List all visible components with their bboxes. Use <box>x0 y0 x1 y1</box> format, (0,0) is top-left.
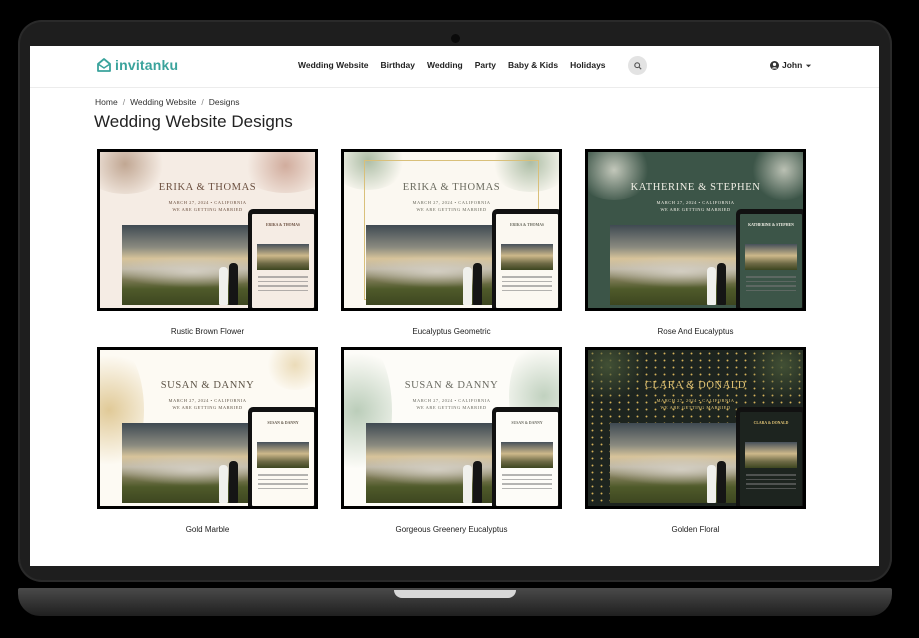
tablet-text-lines <box>746 474 796 492</box>
tablet-screen: ERIKA & THOMAS <box>496 214 558 308</box>
breadcrumb-current: Designs <box>208 97 240 107</box>
tablet-couple-names: ERIKA & THOMAS <box>509 223 545 227</box>
couple-photo <box>366 423 502 503</box>
brand-name: invitanku <box>115 57 179 73</box>
design-name[interactable]: Gold Marble <box>97 525 318 534</box>
couple-names: ERIKA & THOMAS <box>402 182 501 193</box>
breadcrumb-wedding-website[interactable]: Wedding Website <box>130 97 196 107</box>
tablet-photo <box>501 442 553 468</box>
tablet-screen: SUSAN & DANNY <box>496 412 558 506</box>
browser-screen: invitanku Wedding Website Birthday Weddi… <box>30 46 879 566</box>
tablet-screen: KATHERINE & STEPHEN <box>740 214 802 308</box>
design-name[interactable]: Golden Floral <box>585 525 806 534</box>
tablet-photo <box>745 244 797 270</box>
page-title: Wedding Website Designs <box>94 112 293 131</box>
design-thumbnail[interactable]: CLARA & DONALD MARCH 27, 2024 • CALIFORN… <box>585 347 806 509</box>
couple-figure <box>217 461 243 503</box>
design-name[interactable]: Rose And Eucalyptus <box>585 327 806 336</box>
event-date: MARCH 27, 2024 • CALIFORNIA <box>412 398 491 403</box>
event-date: MARCH 27, 2024 • CALIFORNIA <box>412 200 491 205</box>
tablet-photo <box>501 244 553 270</box>
couple-figure <box>461 461 487 503</box>
tablet-photo <box>745 442 797 468</box>
couple-figure <box>461 263 487 305</box>
tablet-photo <box>257 244 309 270</box>
design-name[interactable]: Gorgeous Greenery Eucalyptus <box>341 525 562 534</box>
tablet-text-lines <box>258 474 308 492</box>
tablet-preview: SUSAN & DANNY <box>492 407 559 506</box>
tablet-text-lines <box>502 474 552 492</box>
design-thumbnail[interactable]: ERIKA & THOMAS MARCH 27, 2024 • CALIFORN… <box>341 149 562 311</box>
user-avatar-icon <box>770 60 779 70</box>
design-thumbnail[interactable]: SUSAN & DANNY MARCH 27, 2024 • CALIFORNI… <box>341 347 562 509</box>
tablet-preview: KATHERINE & STEPHEN <box>736 209 803 308</box>
tablet-couple-names: SUSAN & DANNY <box>511 421 543 425</box>
tablet-couple-names: KATHERINE & STEPHEN <box>748 223 794 227</box>
couple-figure <box>705 263 731 305</box>
couple-figure <box>217 263 243 305</box>
couple-photo <box>122 423 258 503</box>
nav-item-wedding-website[interactable]: Wedding Website <box>298 60 369 70</box>
couple-names: ERIKA & THOMAS <box>158 182 257 193</box>
search-icon <box>633 61 642 70</box>
tablet-preview: ERIKA & THOMAS <box>492 209 559 308</box>
tablet-photo <box>257 442 309 468</box>
event-date: MARCH 27, 2024 • CALIFORNIA <box>656 398 735 403</box>
tablet-preview: ERIKA & THOMAS <box>248 209 315 308</box>
couple-photo <box>610 423 746 503</box>
breadcrumb-separator: / <box>201 97 204 107</box>
nav-item-baby-kids[interactable]: Baby & Kids <box>508 60 558 70</box>
tablet-preview: CLARA & DONALD <box>736 407 803 506</box>
breadcrumb-home[interactable]: Home <box>95 97 118 107</box>
top-navbar: invitanku Wedding Website Birthday Weddi… <box>30 46 879 88</box>
couple-names: SUSAN & DANNY <box>160 380 255 391</box>
tablet-couple-names: SUSAN & DANNY <box>267 421 299 425</box>
event-date: MARCH 27, 2024 • CALIFORNIA <box>656 200 735 205</box>
tablet-screen: CLARA & DONALD <box>740 412 802 506</box>
tablet-couple-names: CLARA & DONALD <box>753 421 789 425</box>
couple-photo <box>366 225 502 305</box>
tablet-screen: SUSAN & DANNY <box>252 412 314 506</box>
user-name: John <box>782 60 803 70</box>
breadcrumb: Home / Wedding Website / Designs <box>95 97 239 107</box>
couple-photo <box>610 225 746 305</box>
event-date: MARCH 27, 2024 • CALIFORNIA <box>168 200 247 205</box>
tablet-couple-names: ERIKA & THOMAS <box>265 223 301 227</box>
nav-item-birthday[interactable]: Birthday <box>381 60 415 70</box>
search-button[interactable] <box>628 56 647 75</box>
couple-names: SUSAN & DANNY <box>404 380 499 391</box>
breadcrumb-separator: / <box>122 97 126 107</box>
couple-figure <box>705 461 731 503</box>
event-date: MARCH 27, 2024 • CALIFORNIA <box>168 398 247 403</box>
tablet-text-lines <box>258 276 308 294</box>
main-menu: Wedding Website Birthday Wedding Party B… <box>298 60 606 70</box>
logo-envelope-icon <box>97 58 111 72</box>
user-menu[interactable]: John <box>770 60 812 70</box>
couple-names: CLARA & DONALD <box>644 380 747 391</box>
tablet-text-lines <box>746 276 796 294</box>
laptop-notch <box>394 590 516 598</box>
design-thumbnail[interactable]: KATHERINE & STEPHEN MARCH 27, 2024 • CAL… <box>585 149 806 311</box>
design-name[interactable]: Rustic Brown Flower <box>97 327 318 336</box>
design-thumbnail[interactable]: SUSAN & DANNY MARCH 27, 2024 • CALIFORNI… <box>97 347 318 509</box>
design-thumbnail[interactable]: ERIKA & THOMAS MARCH 27, 2024 • CALIFORN… <box>97 149 318 311</box>
tablet-preview: SUSAN & DANNY <box>248 407 315 506</box>
nav-item-party[interactable]: Party <box>475 60 496 70</box>
design-name[interactable]: Eucalyptus Geometric <box>341 327 562 336</box>
webcam-icon <box>451 34 460 43</box>
couple-photo <box>122 225 258 305</box>
couple-names: KATHERINE & STEPHEN <box>630 182 761 193</box>
tablet-screen: ERIKA & THOMAS <box>252 214 314 308</box>
brand-logo[interactable]: invitanku <box>96 57 178 73</box>
tablet-text-lines <box>502 276 552 294</box>
chevron-down-icon <box>806 64 812 67</box>
nav-item-holidays[interactable]: Holidays <box>570 60 605 70</box>
nav-item-wedding[interactable]: Wedding <box>427 60 463 70</box>
